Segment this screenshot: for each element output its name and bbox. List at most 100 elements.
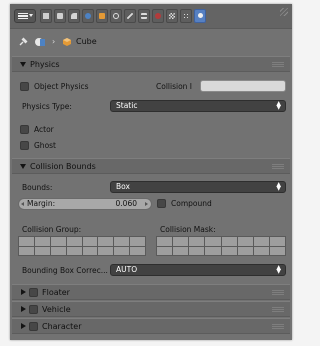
collision-mask-toggle[interactable] (189, 246, 205, 255)
particles-icon[interactable] (180, 9, 192, 23)
scene-icon (35, 38, 45, 46)
material-icon[interactable] (152, 9, 164, 23)
collision-group-toggle[interactable] (50, 237, 66, 246)
modifiers-icon[interactable] (124, 9, 136, 23)
world-icon[interactable] (82, 9, 94, 23)
object-physics-checkbox[interactable] (20, 82, 29, 91)
collision-group-toggle[interactable] (19, 237, 34, 246)
panel-drag-grip[interactable] (272, 164, 284, 169)
texture-icon[interactable] (166, 9, 178, 23)
character-enable-checkbox[interactable] (29, 322, 38, 331)
panel-drag-grip[interactable] (272, 290, 284, 295)
character-panel-header[interactable]: Character (12, 318, 290, 334)
collision-mask-toggle[interactable] (205, 246, 221, 255)
collision-group-toggle[interactable] (19, 246, 34, 255)
breadcrumb: › Cube (10, 32, 292, 52)
collision-mask-toggle[interactable] (237, 246, 253, 255)
floater-panel-title: Floater (42, 288, 70, 297)
constraints-icon[interactable] (110, 9, 122, 23)
collision-group-toggle[interactable] (130, 237, 145, 246)
collision-mask-toggle[interactable] (173, 246, 189, 255)
floater-panel-header[interactable]: Floater (12, 284, 290, 300)
collision-mask-toggle[interactable] (173, 237, 189, 246)
physics-icon[interactable] (194, 9, 206, 23)
breadcrumb-separator: › (52, 37, 56, 46)
collision-field[interactable] (200, 80, 286, 92)
physics-panel-title: Physics (30, 60, 60, 69)
data-icon[interactable] (138, 9, 150, 23)
decrement-arrow-icon[interactable] (21, 202, 24, 206)
ghost-checkbox[interactable] (20, 141, 29, 150)
collision-mask-toggle[interactable] (269, 246, 285, 255)
increment-arrow-icon[interactable] (145, 202, 148, 206)
collapse-arrow-icon (21, 306, 26, 312)
dropdown-arrows-icon: ▲ ▼ (276, 100, 281, 111)
compound-label: Compound (171, 199, 212, 208)
collision-group-toggle[interactable] (82, 237, 98, 246)
collision-group-toggle[interactable] (98, 237, 114, 246)
collision-mask-toggle[interactable] (237, 237, 253, 246)
collision-group-toggle[interactable] (34, 246, 50, 255)
bounds-value: Box (116, 182, 130, 191)
vehicle-panel-title: Vehicle (42, 305, 71, 314)
properties-panel: › Cube Physics Object Physics Collision … (10, 4, 292, 340)
pin-icon[interactable] (18, 37, 28, 47)
floater-enable-checkbox[interactable] (29, 288, 38, 297)
margin-number-field[interactable]: Margin: 0.060 (18, 198, 152, 210)
collapse-arrow-icon (21, 323, 26, 329)
breadcrumb-object-label: Cube (76, 37, 97, 46)
ghost-label: Ghost (34, 141, 57, 150)
panel-drag-grip[interactable] (272, 307, 284, 312)
collision-group-grid (18, 236, 146, 256)
collision-mask-toggle[interactable] (157, 246, 173, 255)
physics-panel-header[interactable]: Physics (12, 56, 290, 72)
panel-drag-grip[interactable] (272, 62, 284, 67)
scene-icon[interactable] (68, 9, 80, 23)
bbox-correction-dropdown[interactable]: AUTO ▲ ▼ (110, 264, 286, 276)
collision-label: Collision I (156, 82, 193, 91)
render-layers-icon[interactable] (54, 9, 66, 23)
bbox-correction-label: Bounding Box Correc... (22, 266, 108, 275)
editor-type-button[interactable] (14, 9, 36, 23)
collision-mask-toggle[interactable] (221, 237, 237, 246)
actor-label: Actor (34, 125, 54, 134)
collision-mask-toggle[interactable] (221, 246, 237, 255)
area-corner-grip[interactable] (280, 8, 288, 16)
collision-group-toggle[interactable] (98, 246, 114, 255)
collision-mask-grid (156, 236, 286, 256)
compound-checkbox[interactable] (157, 199, 166, 208)
physics-type-label: Physics Type: (22, 102, 72, 111)
collision-mask-toggle[interactable] (205, 237, 221, 246)
collision-group-toggle[interactable] (114, 237, 130, 246)
collision-group-toggle[interactable] (114, 246, 130, 255)
physics-type-dropdown[interactable]: Static ▲ ▼ (110, 100, 286, 112)
vehicle-panel-header[interactable]: Vehicle (12, 301, 290, 317)
object-physics-label: Object Physics (34, 82, 89, 91)
collision-group-toggle[interactable] (130, 246, 145, 255)
collision-mask-toggle[interactable] (253, 246, 269, 255)
dropdown-arrows-icon: ▲ ▼ (276, 264, 281, 275)
collision-bounds-panel-title: Collision Bounds (30, 162, 96, 171)
collision-group-toggle[interactable] (34, 237, 50, 246)
dropdown-arrows-icon: ▲ ▼ (276, 181, 281, 192)
collapse-arrow-icon (21, 289, 26, 295)
object-icon[interactable] (96, 9, 108, 23)
collision-group-toggle[interactable] (66, 246, 82, 255)
collision-group-toggle[interactable] (50, 246, 66, 255)
bounds-dropdown[interactable]: Box ▲ ▼ (110, 181, 286, 193)
collision-mask-toggle[interactable] (269, 237, 285, 246)
character-panel-title: Character (42, 322, 82, 331)
collision-mask-toggle[interactable] (157, 237, 173, 246)
collision-group-toggle[interactable] (66, 237, 82, 246)
collision-mask-toggle[interactable] (189, 237, 205, 246)
bbox-correction-value: AUTO (116, 265, 138, 274)
render-icon[interactable] (40, 9, 52, 23)
vehicle-enable-checkbox[interactable] (29, 305, 38, 314)
panel-drag-grip[interactable] (272, 324, 284, 329)
collision-mask-toggle[interactable] (253, 237, 269, 246)
actor-checkbox[interactable] (20, 125, 29, 134)
expand-arrow-icon (20, 62, 26, 67)
cube-object-icon (63, 38, 71, 46)
collision-bounds-panel-header[interactable]: Collision Bounds (12, 158, 290, 174)
collision-group-toggle[interactable] (82, 246, 98, 255)
